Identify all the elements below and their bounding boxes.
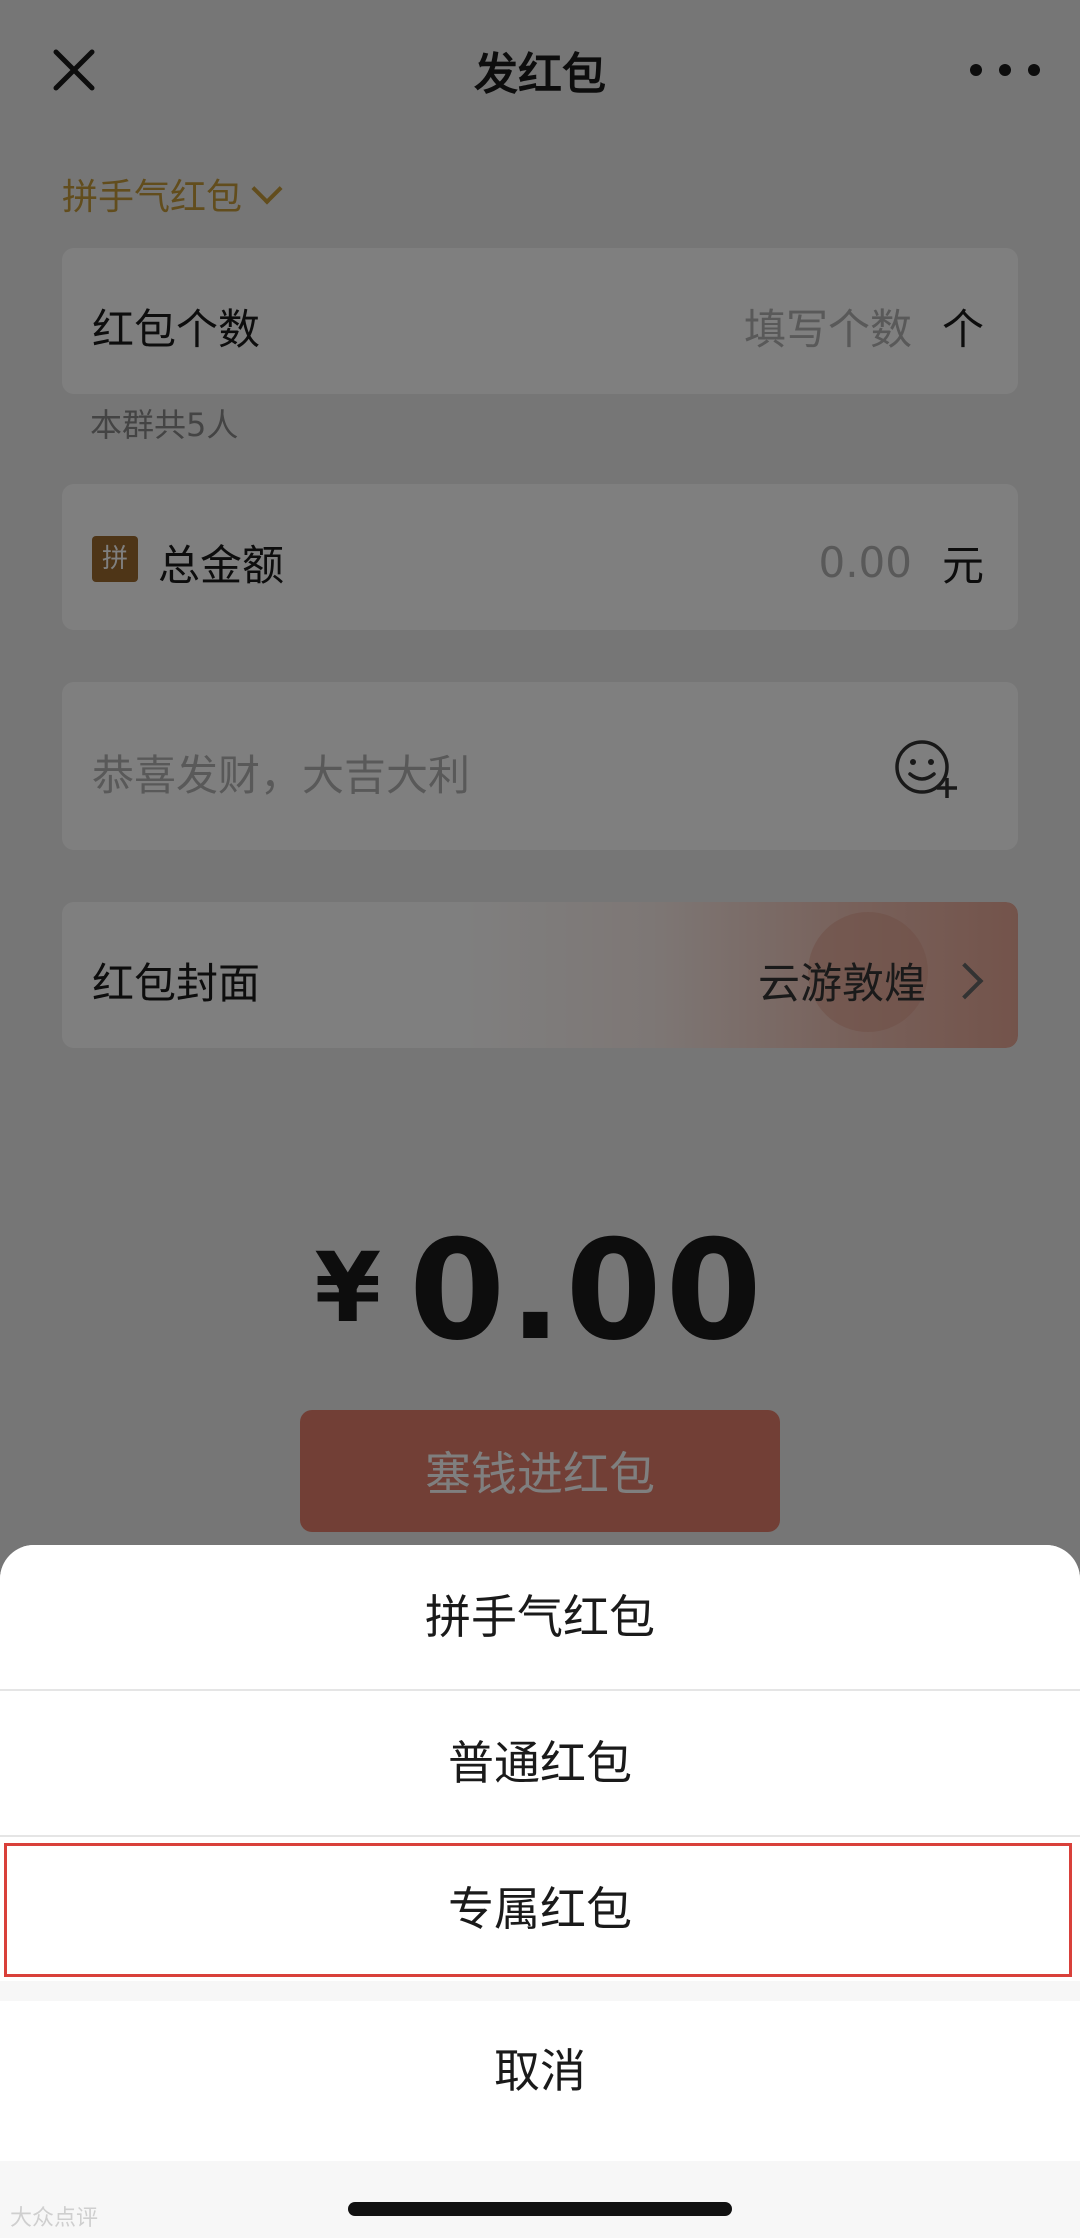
cover-value: 云游敦煌 — [757, 959, 926, 1008]
home-indicator — [348, 2202, 732, 2216]
cancel-button[interactable]: 取消 — [0, 2001, 1080, 2161]
option-exclusive-packet[interactable]: 专属红包 — [0, 1837, 1080, 1981]
option-lucky-packet[interactable]: 拼手气红包 — [0, 1545, 1080, 1689]
watermark: 大众点评 — [10, 2206, 99, 2231]
option-normal-packet[interactable]: 普通红包 — [0, 1691, 1080, 1835]
chevron-right-icon — [946, 962, 984, 999]
action-sheet: 拼手气红包 普通红包 专属红包 取消 大众点评 — [0, 1545, 1080, 2238]
